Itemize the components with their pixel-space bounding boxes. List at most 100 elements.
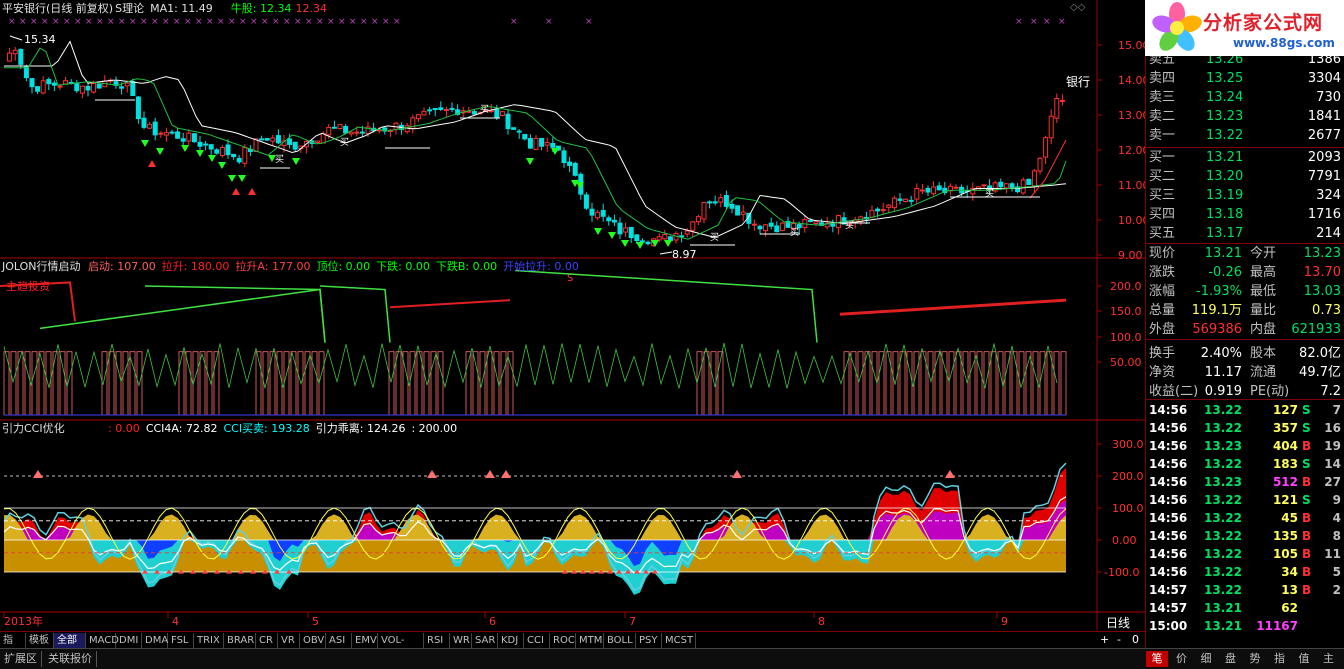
- right-tab-1[interactable]: 价: [1171, 651, 1193, 667]
- quote-value: 82.0亿: [1299, 346, 1341, 361]
- tab-10[interactable]: VR: [278, 633, 300, 648]
- tab-18[interactable]: KDJ: [498, 633, 524, 648]
- panel3-axis-label: 100.0: [1112, 502, 1144, 515]
- quote-value: 11.17: [1204, 365, 1242, 380]
- tick-time: 15:00: [1149, 619, 1188, 633]
- candle-body: [214, 149, 220, 154]
- x-marker: ×: [382, 17, 390, 27]
- candle-body: [1009, 183, 1015, 189]
- quote-label: 涨幅: [1149, 284, 1176, 299]
- tab-4[interactable]: DMI: [116, 633, 142, 648]
- tab-22[interactable]: BOLL: [604, 633, 636, 648]
- tab-1[interactable]: 模板: [26, 633, 54, 648]
- candle-body: [690, 221, 696, 231]
- buy-volume: 1716: [1307, 207, 1341, 222]
- tick-row: 14:56 13.23 512 B 27: [1146, 473, 1344, 491]
- right-tab-4[interactable]: 势: [1244, 651, 1266, 667]
- tab-17[interactable]: SAR: [472, 633, 498, 648]
- candle-body: [141, 117, 147, 128]
- tab-6[interactable]: FSL: [168, 633, 194, 648]
- right-tab-0[interactable]: 笔: [1146, 651, 1168, 667]
- candle-body: [1043, 137, 1049, 158]
- tick-price: 13.22: [1204, 457, 1242, 471]
- period-label[interactable]: 日线: [1106, 614, 1130, 631]
- tab-7[interactable]: TRIX: [194, 633, 224, 648]
- right-tab-2[interactable]: 细: [1195, 651, 1217, 667]
- tick-price: 13.22: [1204, 421, 1242, 435]
- panel2-item: 启动: 107.00: [88, 260, 156, 273]
- sell-volume: 730: [1316, 90, 1341, 105]
- panel-options-icon[interactable]: ◇◇: [1070, 2, 1085, 13]
- price-axis-label: 12.00: [1118, 144, 1145, 157]
- zoom-out-button[interactable]: -: [1117, 633, 1121, 646]
- candle-body: [600, 210, 606, 217]
- sell-price: 13.24: [1206, 90, 1244, 105]
- candle-body: [718, 197, 724, 203]
- quote-row: 涨跌 -0.26 最高 13.70: [1146, 263, 1344, 282]
- right-tab-5[interactable]: 指: [1269, 651, 1291, 667]
- candle-body: [326, 126, 332, 136]
- x-axis-label: 8: [818, 615, 825, 628]
- tab-9[interactable]: CR: [256, 633, 278, 648]
- tab-0[interactable]: 指标: [0, 633, 26, 661]
- tab-13[interactable]: EMV: [352, 633, 378, 648]
- candle-body: [203, 143, 209, 146]
- candle-body: [544, 141, 550, 146]
- right-tab-3[interactable]: 盘: [1220, 651, 1242, 667]
- zoom-in-button[interactable]: +: [1100, 633, 1109, 646]
- chart-canvas[interactable]: × × × × × × × × × × × × × × × × × × × × × × × × × × × × × × × × × × × × × × × ×…: [0, 0, 1150, 630]
- tab-8[interactable]: BRAR: [224, 633, 256, 648]
- flower-logo-icon: [1152, 2, 1202, 51]
- tab-3[interactable]: MACD: [86, 633, 119, 648]
- panel3-item: CCI买卖: 193.28: [223, 422, 310, 435]
- bottom-bar: 扩展区 关联报价 笔价细盘势指值主: [0, 648, 1344, 669]
- tab-21[interactable]: MTM: [576, 633, 604, 648]
- buy-price: 13.20: [1206, 169, 1244, 184]
- tab-19[interactable]: CCI: [524, 633, 550, 648]
- tab-2[interactable]: 全部: [54, 633, 86, 648]
- candle-body: [169, 131, 175, 134]
- tab-23[interactable]: PSY: [636, 633, 662, 648]
- tab-16[interactable]: WR: [450, 633, 472, 648]
- tick-time: 14:56: [1149, 457, 1188, 471]
- tick-direction: S: [1302, 421, 1311, 435]
- chart-area[interactable]: × × × × × × × × × × × × × × × × × × × × × × × × × × × × × × × × × × × × × × × ×…: [0, 0, 1150, 631]
- tick-direction: B: [1302, 583, 1312, 597]
- candle-body: [751, 223, 757, 226]
- tick-price: 13.22: [1204, 583, 1242, 597]
- right-tab-6[interactable]: 值: [1293, 651, 1315, 667]
- tab-20[interactable]: ROC: [550, 633, 576, 648]
- right-tab-7[interactable]: 主: [1318, 651, 1340, 667]
- sell-price: 13.25: [1206, 71, 1244, 86]
- tab-24[interactable]: MCST: [662, 633, 696, 648]
- sell-label: 卖三: [1149, 90, 1176, 105]
- candle-body: [684, 230, 690, 235]
- buy-signal-text: 买: [480, 104, 489, 115]
- candle-body: [85, 85, 91, 91]
- tab-extension-area[interactable]: 扩展区: [0, 651, 42, 667]
- candle-body: [639, 240, 645, 243]
- tab-14[interactable]: VOL-TDX: [378, 633, 424, 661]
- panel3-axis-label: 300.0: [1112, 438, 1144, 451]
- candle-body: [74, 82, 80, 92]
- zoom-reset-button[interactable]: 0: [1132, 633, 1139, 646]
- x-marker: ×: [206, 17, 214, 27]
- tab-12[interactable]: ASI: [326, 633, 352, 648]
- tab-5[interactable]: DMA: [142, 633, 168, 648]
- tab-related-quotes[interactable]: 关联报价: [44, 651, 97, 667]
- candle-body: [421, 110, 427, 116]
- panel2-name: JOLON行情启动: [2, 260, 81, 273]
- candle-body: [1054, 97, 1060, 119]
- quote-value: 2.40%: [1200, 346, 1242, 361]
- tick-volume: 357: [1272, 421, 1298, 435]
- panel3-axis-label: 200.0: [1112, 470, 1144, 483]
- x-axis-label: 4: [172, 615, 179, 628]
- quote-label: 最低: [1250, 284, 1277, 299]
- tab-15[interactable]: RSI: [424, 633, 450, 648]
- candle-body: [897, 198, 903, 201]
- tab-11[interactable]: OBV: [300, 633, 326, 648]
- buy-label: 买四: [1149, 207, 1176, 222]
- candle-body: [46, 79, 52, 85]
- candle-body: [1048, 115, 1054, 139]
- tick-volume: 121: [1272, 493, 1298, 507]
